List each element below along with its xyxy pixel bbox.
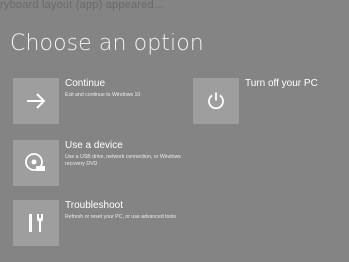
use-device-option[interactable]: Use a device Use a USB drive, network co… bbox=[13, 140, 183, 186]
troubleshoot-description: Refresh or reset your PC, or use advance… bbox=[65, 214, 177, 220]
turn-off-title: Turn off your PC bbox=[245, 78, 318, 89]
continue-title: Continue bbox=[65, 78, 106, 89]
troubleshoot-tile[interactable] bbox=[13, 200, 59, 246]
use-device-tile[interactable] bbox=[13, 140, 59, 186]
cropped-header-text: ryboard layout (app) appeared... bbox=[0, 0, 164, 11]
tools-icon bbox=[29, 214, 43, 232]
turn-off-option[interactable]: Turn off your PC bbox=[193, 78, 343, 124]
turn-off-tile[interactable] bbox=[193, 78, 239, 124]
continue-description: Exit and continue to Windows 10 bbox=[65, 92, 141, 98]
power-icon bbox=[208, 92, 224, 110]
disc-device-icon bbox=[25, 153, 45, 171]
arrow-right-icon bbox=[27, 93, 46, 109]
page-title: Choose an option bbox=[10, 31, 204, 56]
continue-tile[interactable] bbox=[13, 78, 59, 124]
troubleshoot-title: Troubleshoot bbox=[65, 200, 123, 211]
troubleshoot-option[interactable]: Troubleshoot Refresh or reset your PC, o… bbox=[13, 200, 183, 246]
recovery-screen: ryboard layout (app) appeared... Choose … bbox=[0, 0, 349, 262]
use-device-description: Use a USB drive, network connection, or … bbox=[65, 154, 181, 167]
continue-option[interactable]: Continue Exit and continue to Windows 10 bbox=[13, 78, 183, 124]
use-device-title: Use a device bbox=[65, 140, 123, 151]
